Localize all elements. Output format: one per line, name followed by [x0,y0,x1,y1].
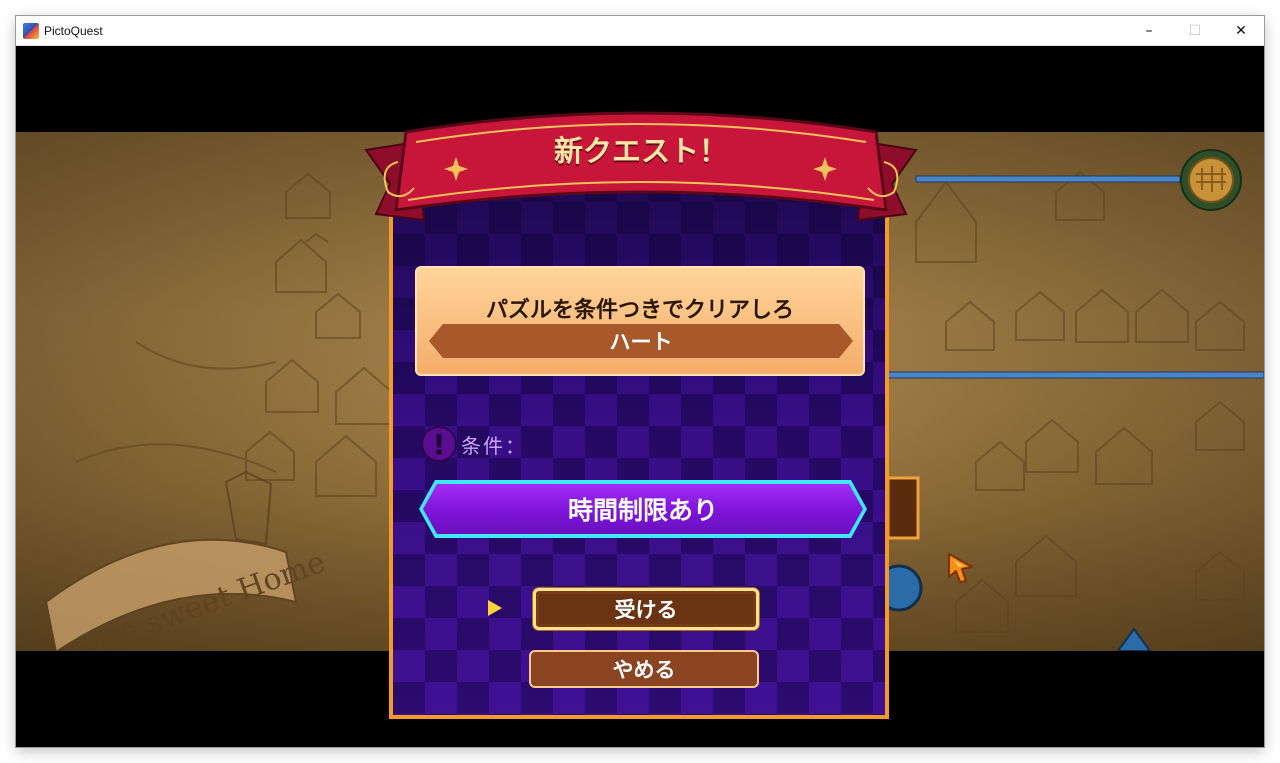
app-icon [23,22,39,39]
close-icon[interactable]: ✕ [1218,16,1264,45]
game-pointer-icon [948,553,973,583]
title-bar[interactable]: PictoQuest – ☐ ✕ [16,16,1264,46]
quest-ribbon: 新クエスト！ [346,102,936,227]
condition-label: 条件： [461,433,527,458]
quest-card: パズルを条件つきでクリアしろ ハート [415,266,865,376]
game-viewport: ome sweet Home パズルを条件つきでクリアしろ ハート ! 条件： … [16,46,1264,747]
quest-target: ハート [429,324,853,358]
minimize-icon[interactable]: – [1126,16,1172,45]
game-window: PictoQuest – ☐ ✕ ome sweet Home パズルを条件つき… [16,16,1264,747]
quest-description: パズルを条件つきでクリアしろ [485,298,794,323]
cancel-button[interactable]: やめる [529,650,759,688]
accept-button[interactable]: 受ける [533,588,759,630]
dialog-title: 新クエスト！ [553,134,728,168]
condition-value: 時間制限あり [423,484,863,534]
town-houses-left [75,172,393,497]
selection-arrow-icon [488,600,502,616]
level-node-pie [1180,149,1242,211]
window-controls: – ☐ ✕ [1126,16,1264,45]
maximize-icon[interactable]: ☐ [1172,16,1218,45]
exclamation-icon: ! [421,426,457,462]
condition-header: ! 条件： [421,422,527,466]
window-title: PictoQuest [44,23,103,38]
new-quest-dialog: パズルを条件つきでクリアしろ ハート ! 条件： 時間制限あり 受ける やめる [389,166,889,719]
home-sign: ome sweet Home [44,470,330,651]
